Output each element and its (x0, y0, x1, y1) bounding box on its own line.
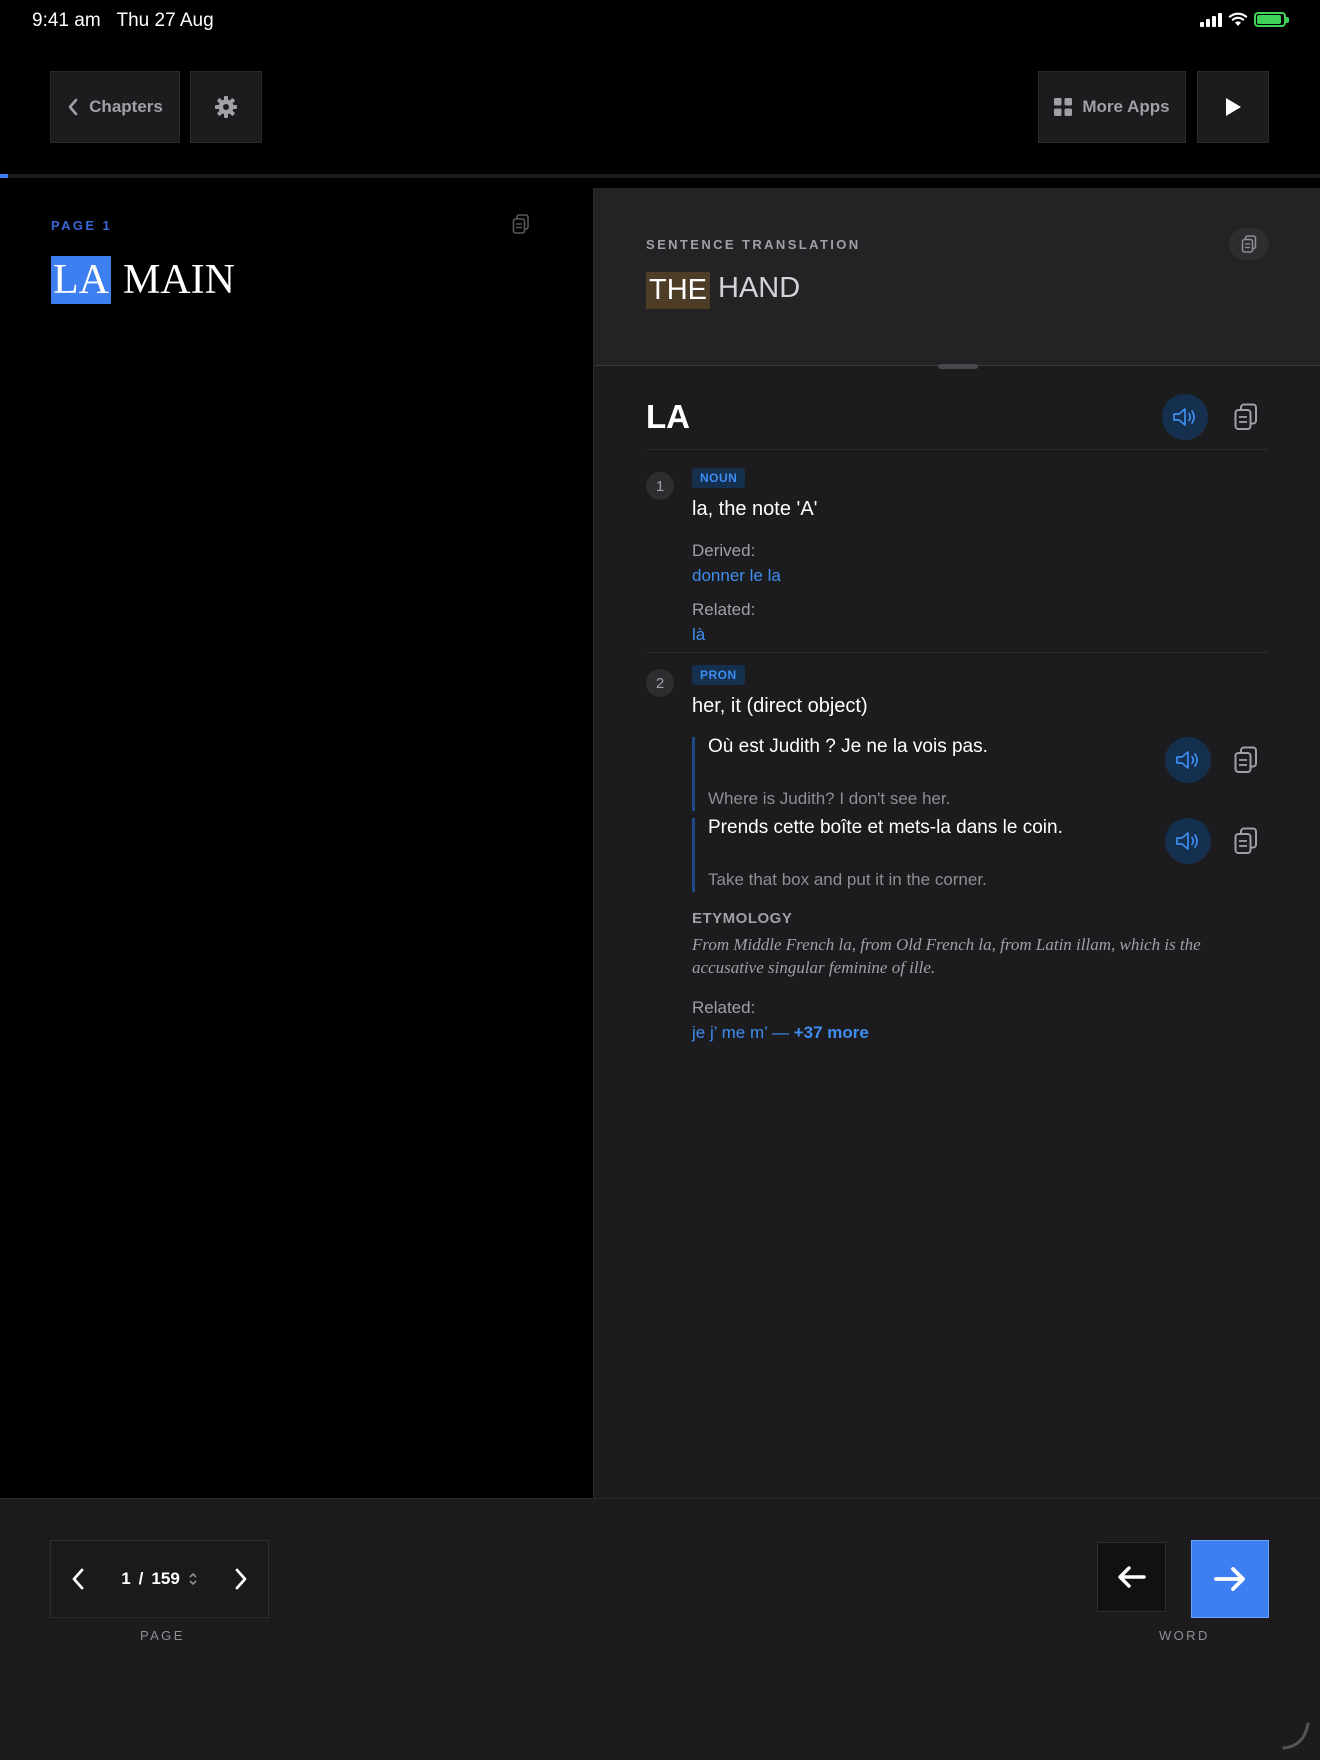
copy-icon (1241, 235, 1257, 253)
speaker-icon (1173, 408, 1195, 426)
translation-word-hand: HAND (718, 272, 801, 304)
divider (646, 449, 1268, 450)
arrow-left-icon (1117, 1566, 1146, 1588)
status-icons (1200, 12, 1289, 27)
play-icon (1226, 98, 1241, 116)
related-label: Related: (692, 998, 756, 1017)
copy-translation-button[interactable] (1229, 228, 1269, 260)
dictionary-pane: SENTENCE TRANSLATION THE HAND LA 1 NOUN … (593, 188, 1320, 1498)
grid-icon (1054, 98, 1073, 116)
next-word-button[interactable] (1191, 1540, 1269, 1618)
more-apps-label: More Apps (1082, 97, 1170, 116)
copy-example-button[interactable] (1228, 742, 1264, 778)
example-bar (692, 818, 695, 892)
wifi-icon (1228, 12, 1248, 26)
sense-number: 2 (646, 669, 674, 697)
translation-word-the: THE (646, 272, 710, 309)
translation-text: THE HAND (646, 272, 800, 309)
page-total: 159 (151, 1569, 180, 1588)
sense-definition: la, the note 'A' (692, 498, 818, 520)
page-separator: / (138, 1569, 144, 1588)
previous-word-button[interactable] (1097, 1542, 1166, 1612)
settings-button[interactable] (190, 71, 262, 143)
copy-icon (1234, 746, 1257, 773)
speaker-icon (1176, 832, 1198, 850)
chapters-button[interactable]: Chapters (50, 71, 180, 143)
sense-number: 1 (646, 472, 674, 500)
copy-example-button[interactable] (1228, 823, 1264, 859)
play-button[interactable] (1197, 71, 1269, 143)
page-caption: PAGE (140, 1628, 185, 1643)
example-english: Take that box and put it in the corner. (708, 870, 987, 889)
copy-word-button[interactable] (1228, 399, 1264, 435)
chevron-right-icon[interactable] (234, 1568, 248, 1590)
reading-pane: PAGE 1 LA MAIN (0, 178, 593, 1498)
etymology-text: From Middle French la, from Old French l… (692, 935, 1201, 977)
sense-definition: her, it (direct object) (692, 695, 868, 717)
etymology-title: ETYMOLOGY (692, 910, 793, 927)
play-word-audio-button[interactable] (1162, 394, 1208, 440)
copy-icon (1234, 827, 1257, 854)
word-main[interactable]: MAIN (123, 256, 235, 304)
derived-label: Derived: (692, 541, 756, 560)
gear-icon (215, 96, 237, 118)
word-la[interactable]: LA (51, 256, 111, 304)
chevron-left-icon[interactable] (71, 1568, 85, 1590)
chapters-label: Chapters (89, 97, 163, 116)
page-label: PAGE 1 (51, 218, 113, 233)
chevron-up-down-icon (189, 1572, 197, 1586)
play-example-audio-button[interactable] (1165, 818, 1211, 864)
divider (646, 652, 1268, 653)
chevron-left-icon (68, 98, 78, 116)
page-navigator: 1 / 159 (50, 1540, 269, 1618)
related-words-link[interactable]: je j’ me m’ — (692, 1023, 789, 1042)
status-bar: 9:41 am Thu 27 Aug (0, 0, 1320, 42)
part-of-speech-badge: PRON (692, 665, 745, 685)
example-french: Prends cette boîte et mets-la dans le co… (708, 817, 1063, 838)
resize-handle[interactable] (938, 364, 978, 369)
bottom-bar: 1 / 159 PAGE WORD (0, 1498, 1320, 1760)
part-of-speech-badge: NOUN (692, 468, 746, 488)
arrow-right-icon (1214, 1567, 1245, 1591)
example-english: Where is Judith? I don't see her. (708, 789, 951, 808)
sentence-translation-panel: SENTENCE TRANSLATION THE HAND (594, 188, 1320, 369)
translation-label: SENTENCE TRANSLATION (646, 237, 861, 252)
related-link[interactable]: là (692, 625, 705, 645)
more-related-link[interactable]: +37 more (794, 1023, 869, 1042)
speaker-icon (1176, 751, 1198, 769)
cellular-signal-icon (1200, 12, 1222, 27)
related-links: je j’ me m’ — +37 more (692, 1023, 869, 1043)
resize-corner-icon (1282, 1722, 1310, 1750)
example-bar (692, 737, 695, 811)
status-time: 9:41 am Thu 27 Aug (32, 10, 214, 31)
word-caption: WORD (1159, 1628, 1210, 1643)
example-french: Où est Judith ? Je ne la vois pas. (708, 736, 988, 757)
copy-icon (1234, 403, 1257, 430)
page-selector[interactable]: 1 / 159 (121, 1569, 198, 1589)
page-current: 1 (121, 1569, 131, 1588)
more-apps-button[interactable]: More Apps (1038, 71, 1186, 143)
battery-charging-icon (1254, 12, 1289, 27)
play-example-audio-button[interactable] (1165, 737, 1211, 783)
derived-link[interactable]: donner le la (692, 566, 781, 586)
related-label: Related: (692, 600, 756, 619)
copy-page-button[interactable] (512, 214, 530, 239)
copy-icon (512, 214, 529, 234)
source-sentence: LA MAIN (51, 256, 235, 304)
entry-word: LA (646, 398, 690, 435)
